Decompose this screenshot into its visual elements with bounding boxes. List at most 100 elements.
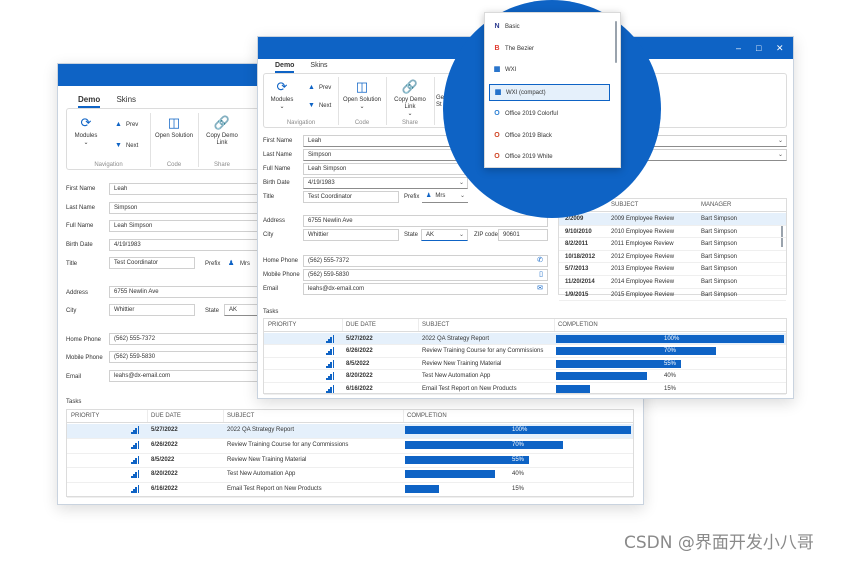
open-solution-button[interactable]: ◫ Open Solution ⌄: [340, 79, 384, 111]
reviews-grid[interactable]: SUBJECT MANAGER 2/2009 2009 Employee Review…: [558, 198, 787, 302]
phone-icon[interactable]: ✆: [537, 256, 543, 266]
table-row[interactable]: 6/26/2022 Review Training Course for any …: [67, 439, 633, 454]
person-icon: ♟: [426, 193, 432, 199]
column-header[interactable]: DUE DATE: [151, 413, 181, 419]
skin-item[interactable]: O Office 2019 Colorful: [489, 106, 610, 123]
completion-label: 70%: [664, 348, 677, 355]
prev-label: Prev: [318, 85, 332, 91]
skin-item[interactable]: N Basic: [489, 19, 610, 36]
completion-bar: [556, 347, 716, 356]
table-row[interactable]: 8/20/2022 Test New Automation App 40%: [67, 468, 633, 484]
subject-cell: 2022 QA Strategy Report: [227, 427, 295, 433]
modules-button[interactable]: ⟳ Modules ⌄: [267, 79, 297, 111]
home-phone-field[interactable]: (562) 555-7372 ✆: [303, 255, 548, 267]
modules-label: Modules: [74, 133, 98, 139]
group-code: Code: [354, 120, 370, 126]
tab-demo[interactable]: Demo: [78, 95, 101, 108]
close-icon[interactable]: ✕: [776, 43, 784, 53]
title-field[interactable]: Test Coordinator: [109, 257, 195, 269]
column-header[interactable]: SUBJECT: [422, 322, 449, 328]
chevron-down-icon[interactable]: ⌄: [778, 136, 783, 146]
prefix-combo[interactable]: ♟ Mrs ⌄: [422, 191, 468, 203]
table-row[interactable]: 8/20/2022 Test New Automation App 40%: [264, 370, 786, 383]
last-name-label: Last Name: [66, 205, 96, 211]
open-solution-button[interactable]: ◫ Open Solution: [152, 115, 196, 140]
table-row[interactable]: 11/20/2014 2014 Employee Review Bart Simps…: [559, 276, 786, 289]
completion-label: 100%: [664, 336, 680, 342]
title-label: Title: [66, 261, 78, 267]
completion-label: 40%: [664, 373, 677, 380]
tab-demo[interactable]: Demo: [275, 62, 295, 73]
mail-icon[interactable]: ✉: [537, 284, 543, 294]
copy-demo-link-button[interactable]: 🔗 Copy Demo Link: [200, 115, 244, 147]
state-combo[interactable]: AK ⌄: [421, 229, 468, 241]
table-row[interactable]: 5/27/2022 2022 QA Strategy Report 100%: [264, 333, 786, 346]
table-row[interactable]: 1/9/2015 2015 Employee Review Bart Simpson: [559, 289, 786, 302]
table-row[interactable]: 8/5/2022 Review New Training Material 55%: [264, 358, 786, 371]
modules-button[interactable]: ⟳ Modules ⌄: [71, 115, 101, 147]
chevron-down-icon[interactable]: ⌄: [778, 150, 783, 160]
mobile-phone-field[interactable]: (562) 559-5830 ▯: [303, 269, 548, 281]
birth-date-value: 4/19/1983: [308, 180, 335, 186]
table-row[interactable]: 5/27/2022 2022 QA Strategy Report 100%: [67, 424, 633, 439]
email-field[interactable]: leahs@dx-email.com ✉: [303, 283, 548, 295]
table-row[interactable]: 6/26/2022 Review Training Course for any …: [264, 345, 786, 358]
scrollbar[interactable]: [615, 21, 617, 63]
birth-date-field[interactable]: 4/19/1983 ⌄: [303, 177, 468, 189]
copy-demo-link-button[interactable]: 🔗 Copy Demo Link ⌄: [388, 79, 432, 118]
manager-cell: Bart Simpson: [701, 266, 738, 273]
due-date-cell: 8/5/2022: [151, 456, 175, 463]
person-icon: ♟: [228, 260, 235, 267]
title-field[interactable]: Test Coordinator: [303, 191, 399, 203]
skin-item[interactable]: O Office 2019 Black: [489, 128, 610, 145]
completion-label: 55%: [664, 360, 677, 367]
minimize-icon[interactable]: –: [736, 43, 741, 53]
table-row[interactable]: 9/10/2010 2010 Employee Review Bart Simpso…: [559, 226, 786, 239]
subject-cell: Email Test Report on New Products: [227, 486, 322, 493]
next-button[interactable]: ▼ Next: [308, 102, 331, 109]
column-header[interactable]: COMPLETION: [407, 413, 447, 419]
due-date-cell: 5/27/2022: [151, 427, 178, 433]
home-phone-value: (562) 555-7372: [308, 258, 350, 264]
table-row[interactable]: 8/2/2011 2011 Employee Review Bart Simpson: [559, 238, 786, 251]
subject-cell: Review Training Course for any Commissio…: [422, 348, 544, 355]
skin-item[interactable]: O Office 2019 White: [489, 149, 610, 166]
prev-button[interactable]: ▲ Prev: [308, 84, 331, 91]
table-row[interactable]: 8/5/2022 Review New Training Material 55%: [67, 454, 633, 469]
tab-skins[interactable]: Skins: [116, 95, 136, 104]
prev-button[interactable]: ▲ Prev: [115, 121, 138, 128]
column-header[interactable]: SUBJECT: [611, 202, 638, 208]
tasks-grid[interactable]: PRIORITY DUE DATE SUBJECT COMPLETION 5/27/20…: [66, 409, 634, 498]
skin-selector-popup[interactable]: N Basic B The Bezier ▦ WXI ▦ WXI (compact) O Offi…: [484, 12, 621, 168]
column-header[interactable]: PRIORITY: [71, 413, 99, 419]
table-row[interactable]: 2/2009 2009 Employee Review Bart Simpson: [559, 213, 786, 226]
column-header[interactable]: DUE DATE: [346, 322, 376, 328]
completion-label: 70%: [512, 441, 525, 448]
table-row[interactable]: 6/16/2022 Email Test Report on New Produc…: [67, 483, 633, 498]
chevron-down-icon[interactable]: ⌄: [459, 230, 464, 240]
skin-item[interactable]: ▦ WXI: [489, 62, 610, 79]
prefix-value[interactable]: Mrs: [240, 261, 250, 267]
city-field[interactable]: Whittier: [303, 229, 399, 241]
column-header[interactable]: COMPLETION: [558, 322, 598, 328]
zip-field[interactable]: 90601: [498, 229, 548, 241]
table-row[interactable]: 5/7/2013 2013 Employee Review Bart Simpson: [559, 263, 786, 276]
mobile-icon[interactable]: ▯: [539, 270, 543, 280]
column-header[interactable]: PRIORITY: [268, 322, 296, 328]
table-row[interactable]: 6/16/2022 Email Test Report on New Produc…: [264, 383, 786, 395]
city-field[interactable]: Whittier: [109, 304, 195, 316]
chevron-down-icon[interactable]: ⌄: [460, 191, 465, 201]
skin-item[interactable]: B The Bezier: [489, 41, 610, 58]
skin-item-label: The Bezier: [505, 45, 535, 52]
column-header[interactable]: SUBJECT: [227, 413, 254, 419]
tab-skins[interactable]: Skins: [310, 62, 327, 69]
next-button[interactable]: ▼ Next: [115, 142, 138, 149]
tasks-grid[interactable]: PRIORITY DUE DATE SUBJECT COMPLETION 5/27/20…: [263, 318, 787, 395]
maximize-icon[interactable]: □: [756, 43, 761, 53]
table-row[interactable]: 10/18/2012 2012 Employee Review Bart Simps…: [559, 251, 786, 264]
address-field[interactable]: 6755 Newlin Ave: [303, 215, 548, 227]
home-phone-label: Home Phone: [66, 337, 102, 343]
column-header[interactable]: MANAGER: [701, 202, 731, 208]
skin-item[interactable]: ▦ WXI (compact): [489, 84, 610, 102]
chevron-down-icon[interactable]: ⌄: [459, 178, 464, 188]
